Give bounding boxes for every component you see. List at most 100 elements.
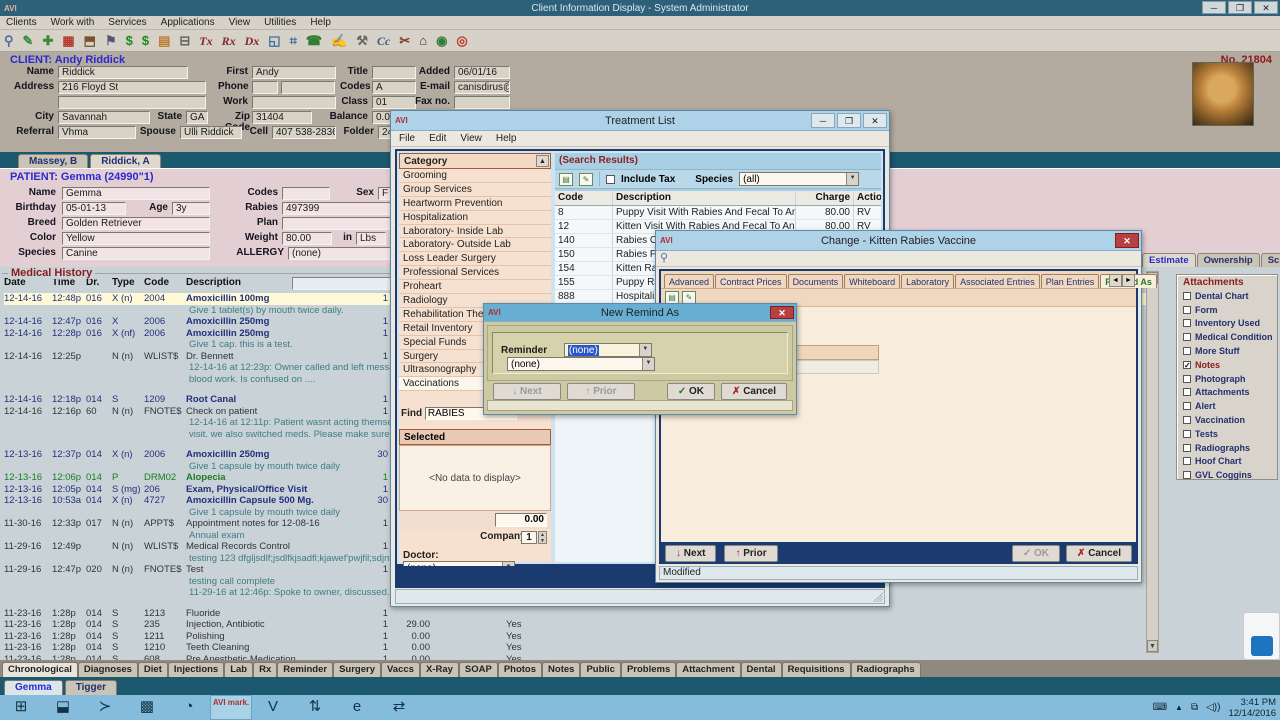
app-tile-icon[interactable] xyxy=(1251,636,1273,656)
clipboard-icon[interactable]: ▤ xyxy=(158,31,170,51)
checkbox-icon[interactable] xyxy=(1183,374,1191,383)
tl-maximize-button[interactable]: ❐ xyxy=(837,113,861,128)
cc-icon[interactable]: Cc xyxy=(377,31,390,51)
sync-app-icon[interactable]: ⇅ xyxy=(294,695,336,720)
remind-dialog-title-bar[interactable]: AVI New Remind As ✕ xyxy=(484,304,796,322)
species-dropdown[interactable]: (all) ▼ xyxy=(739,172,860,186)
age-field[interactable]: 3y xyxy=(172,202,210,215)
volume-icon[interactable]: ◁)) xyxy=(1206,702,1220,713)
zip-code-field[interactable]: 31404 xyxy=(252,111,312,124)
patient-photo[interactable] xyxy=(1192,62,1254,126)
server-manager-icon[interactable]: ⬓ xyxy=(42,695,84,720)
search-icon[interactable]: ⚲ xyxy=(660,252,668,264)
birthday-field[interactable]: 05-01-13 xyxy=(62,202,126,215)
edit-record-icon[interactable]: ✎ xyxy=(23,31,34,51)
category-laboratory-inside-lab[interactable]: Laboratory- Inside Lab xyxy=(399,225,551,239)
history-row[interactable]: 11-23-16 1:28p 014 S 235 Injection, Antibioti… xyxy=(4,619,1154,631)
remind-prior-button[interactable]: ↑ Prior xyxy=(567,382,635,400)
attachment-item-alert[interactable]: Alert xyxy=(1183,399,1277,413)
checkbox-icon[interactable] xyxy=(1183,319,1191,328)
history-tab-chronological[interactable]: Chronological xyxy=(2,662,78,677)
graduation-cap-icon[interactable]: ⌂ xyxy=(419,31,427,51)
codes-field[interactable] xyxy=(282,187,330,200)
checkbox-icon[interactable] xyxy=(1183,291,1191,300)
coin-icon[interactable]: ◉ xyxy=(436,31,447,51)
menu-work-with[interactable]: Work with xyxy=(51,17,95,28)
field-field[interactable] xyxy=(58,96,206,109)
history-col-type[interactable]: Type xyxy=(112,277,144,288)
edit-item-icon[interactable]: ✎ xyxy=(579,172,593,186)
address-field[interactable]: 216 Floyd St xyxy=(58,81,206,94)
history-tab-notes[interactable]: Notes xyxy=(542,662,581,677)
show-hidden-icons[interactable]: ▲ xyxy=(1175,703,1183,712)
species-field[interactable]: Canine xyxy=(62,247,210,260)
state-field[interactable]: GA xyxy=(186,111,208,124)
tl-menu-help[interactable]: Help xyxy=(496,133,517,144)
weight-field[interactable]: 80.00 xyxy=(282,232,332,245)
menu-clients[interactable]: Clients xyxy=(6,17,37,28)
search-icon[interactable]: ⚲ xyxy=(4,31,14,51)
result-row[interactable]: 8 Puppy Visit With Rabies And Fecal To An… xyxy=(555,206,881,220)
tab-scroll-right-icon[interactable]: ► xyxy=(1122,274,1135,287)
category-group-services[interactable]: Group Services xyxy=(399,183,551,197)
change-tab-advanced[interactable]: Advanced xyxy=(664,274,715,288)
referral-field[interactable]: Vhma xyxy=(58,126,136,139)
cancel-button[interactable]: ✗ Cancel xyxy=(1066,544,1132,562)
history-tab-diet[interactable]: Diet xyxy=(137,662,168,677)
color-field[interactable]: Yellow xyxy=(62,232,210,245)
attachment-item-gvl-coggins[interactable]: GVL Coggins xyxy=(1183,468,1277,482)
checkbox-icon[interactable] xyxy=(1183,305,1191,314)
remind-ok-button[interactable]: ✓ OK xyxy=(666,382,716,400)
history-tab-injections[interactable]: Injections xyxy=(167,662,225,677)
checkbox-icon[interactable] xyxy=(1183,416,1191,425)
history-tab-reminder[interactable]: Reminder xyxy=(277,662,334,677)
category-grooming[interactable]: Grooming xyxy=(399,169,551,183)
printer-icon[interactable]: ⊟ xyxy=(179,31,190,51)
patient-tab-tigger[interactable]: Tigger xyxy=(64,680,118,695)
phone-field[interactable] xyxy=(252,81,278,94)
history-tab-rx[interactable]: Rx xyxy=(253,662,278,677)
diagnoses-dx-icon[interactable]: Dx xyxy=(245,31,260,51)
scroll-down-icon[interactable]: ▼ xyxy=(1147,640,1158,652)
phone-icon[interactable]: ☎ xyxy=(306,31,322,51)
change-tab-laboratory[interactable]: Laboratory xyxy=(901,274,955,288)
change-close-button[interactable]: ✕ xyxy=(1115,233,1139,248)
company-value[interactable]: 1 xyxy=(521,531,537,544)
breed-field[interactable]: Golden Retriever xyxy=(62,217,210,230)
internet-explorer-icon[interactable]: e xyxy=(336,695,378,720)
description-filter-input[interactable] xyxy=(292,277,392,290)
history-tab-photos[interactable]: Photos xyxy=(497,662,543,677)
category-hospitalization[interactable]: Hospitalization xyxy=(399,211,551,225)
attachment-item-dental-chart[interactable]: Dental Chart xyxy=(1183,289,1277,303)
change-tab-whiteboard[interactable]: Whiteboard xyxy=(844,274,901,288)
chevron-down-icon[interactable]: ▼ xyxy=(638,344,651,356)
work-field[interactable] xyxy=(252,96,336,109)
ok-button[interactable]: ✓ OK xyxy=(1011,544,1061,562)
file-explorer-icon[interactable]: ▩ xyxy=(126,695,168,720)
history-tab-diagnoses[interactable]: Diagnoses xyxy=(77,662,138,677)
history-tab-soap[interactable]: SOAP xyxy=(458,662,498,677)
chrome-icon[interactable]: ◔ xyxy=(168,695,210,720)
treatment-list-title-bar[interactable]: AVI Treatment List ─ ❐ ✕ xyxy=(391,111,889,131)
change-tab-plan-entries[interactable]: Plan Entries xyxy=(1040,274,1100,288)
start-button[interactable]: ⊞ xyxy=(0,695,42,720)
history-scrollbar[interactable]: ▲ ▼ xyxy=(1146,271,1159,653)
history-row[interactable]: 11-23-16 1:28p 014 S 1211 Polishing 1 0.00 Yes xyxy=(4,631,1154,643)
attachment-item-photograph[interactable]: Photograph xyxy=(1183,372,1277,386)
avimark-taskbar-icon[interactable]: AVI mark. xyxy=(210,695,252,720)
change-title-bar[interactable]: AVI Change - Kitten Rabies Vaccine ✕ xyxy=(656,231,1141,251)
side-tab-estimate[interactable]: Estimate xyxy=(1142,253,1196,267)
side-tab-schedule[interactable]: Schedule xyxy=(1260,253,1280,267)
attachment-item-form[interactable]: Form xyxy=(1183,303,1277,317)
patient-tab-gemma[interactable]: Gemma xyxy=(4,680,63,695)
attachment-item-hoof-chart[interactable]: Hoof Chart xyxy=(1183,455,1277,469)
next-button[interactable]: ↓ Next xyxy=(665,544,717,562)
history-tab-problems[interactable]: Problems xyxy=(620,662,677,677)
treatments-tx-icon[interactable]: Tx xyxy=(199,31,212,51)
city-field[interactable]: Savannah xyxy=(58,111,150,124)
history-col-code[interactable]: Code xyxy=(144,277,186,288)
menu-utilities[interactable]: Utilities xyxy=(264,17,296,28)
rabies-field[interactable]: 497399 xyxy=(282,202,406,215)
remind-close-button[interactable]: ✕ xyxy=(770,306,794,319)
side-tab-ownership[interactable]: Ownership xyxy=(1196,253,1260,267)
